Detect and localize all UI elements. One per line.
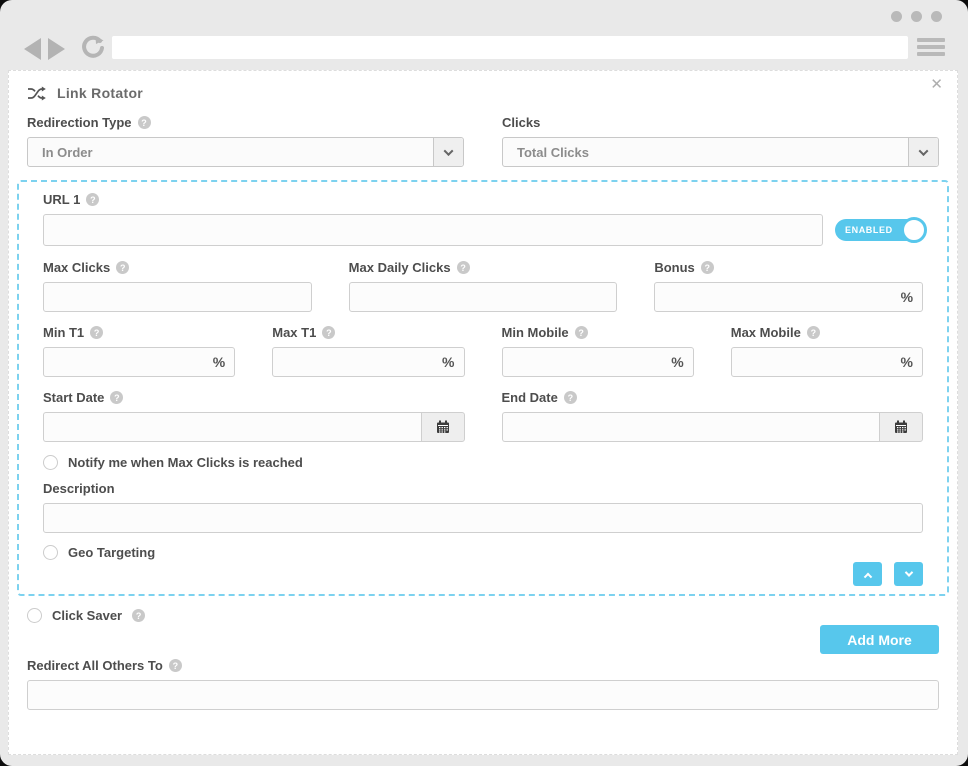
max-daily-clicks-input[interactable] [349, 282, 618, 312]
end-date-label: End Date [502, 390, 558, 405]
redirection-type-label: Redirection Type [27, 115, 132, 130]
link-rotator-modal: ✕ Link Rotator Redirection Type ? [8, 70, 958, 755]
percent-suffix: % [213, 354, 225, 370]
help-icon[interactable]: ? [86, 193, 99, 206]
forward-arrow-icon[interactable] [48, 38, 65, 60]
description-label: Description [43, 481, 115, 496]
geo-targeting-radio[interactable] [43, 545, 58, 560]
end-date-input[interactable] [502, 412, 880, 442]
window-dot-icon[interactable] [931, 11, 942, 22]
redirect-all-input[interactable] [27, 680, 939, 710]
clicks-select[interactable]: Total Clicks [502, 137, 939, 167]
calendar-icon [894, 420, 908, 434]
percent-suffix: % [901, 289, 913, 305]
enabled-toggle-label: ENABLED [845, 225, 893, 235]
bonus-label: Bonus [654, 260, 694, 275]
redirection-type-value: In Order [28, 145, 93, 160]
move-up-button[interactable] [853, 562, 882, 586]
modal-header: Link Rotator [27, 85, 941, 101]
chevron-up-icon [863, 573, 871, 581]
help-icon[interactable]: ? [701, 261, 714, 274]
min-t1-label: Min T1 [43, 325, 84, 340]
redirect-all-label: Redirect All Others To [27, 658, 163, 673]
click-saver-radio[interactable] [27, 608, 42, 623]
min-mobile-input[interactable] [502, 347, 694, 377]
toggle-knob [901, 217, 927, 243]
description-input[interactable] [43, 503, 923, 533]
start-date-input[interactable] [43, 412, 421, 442]
max-clicks-input[interactable] [43, 282, 312, 312]
help-icon[interactable]: ? [138, 116, 151, 129]
help-icon[interactable]: ? [116, 261, 129, 274]
end-date-calendar-button[interactable] [879, 412, 923, 442]
redirection-type-select[interactable]: In Order [27, 137, 464, 167]
chevron-down-icon [904, 568, 912, 576]
click-saver-label: Click Saver [52, 608, 122, 623]
clicks-value: Total Clicks [503, 145, 589, 160]
modal-title: Link Rotator [57, 85, 143, 101]
address-bar-input[interactable] [112, 36, 908, 59]
clicks-label: Clicks [502, 115, 540, 130]
help-icon[interactable]: ? [110, 391, 123, 404]
help-icon[interactable]: ? [132, 609, 145, 622]
percent-suffix: % [901, 354, 913, 370]
help-icon[interactable]: ? [90, 326, 103, 339]
enabled-toggle[interactable]: ENABLED [835, 219, 923, 241]
chevron-down-icon [908, 138, 938, 166]
add-more-button[interactable]: Add More [820, 625, 939, 654]
window-dot-icon[interactable] [891, 11, 902, 22]
help-icon[interactable]: ? [564, 391, 577, 404]
window-dot-icon[interactable] [911, 11, 922, 22]
url-1-label: URL 1 [43, 192, 80, 207]
geo-targeting-label: Geo Targeting [68, 545, 155, 560]
help-icon[interactable]: ? [322, 326, 335, 339]
notify-radio[interactable] [43, 455, 58, 470]
min-t1-input[interactable] [43, 347, 235, 377]
browser-window: ✕ Link Rotator Redirection Type ? [0, 0, 968, 766]
chevron-down-icon [433, 138, 463, 166]
back-arrow-icon[interactable] [24, 38, 41, 60]
start-date-label: Start Date [43, 390, 104, 405]
calendar-icon [436, 420, 450, 434]
help-icon[interactable]: ? [807, 326, 820, 339]
shuffle-icon [27, 86, 46, 101]
move-down-button[interactable] [894, 562, 923, 586]
percent-suffix: % [671, 354, 683, 370]
top-select-row: Redirection Type ? In Order Clicks Total… [27, 115, 939, 167]
min-mobile-label: Min Mobile [502, 325, 569, 340]
bonus-input[interactable] [654, 282, 923, 312]
help-icon[interactable]: ? [169, 659, 182, 672]
notify-label: Notify me when Max Clicks is reached [68, 455, 303, 470]
percent-suffix: % [442, 354, 454, 370]
refresh-icon[interactable] [82, 35, 104, 59]
max-t1-input[interactable] [272, 347, 464, 377]
window-control-dots[interactable] [891, 11, 942, 22]
help-icon[interactable]: ? [575, 326, 588, 339]
max-mobile-label: Max Mobile [731, 325, 801, 340]
max-t1-label: Max T1 [272, 325, 316, 340]
close-icon[interactable]: ✕ [930, 77, 943, 92]
max-mobile-input[interactable] [731, 347, 923, 377]
help-icon[interactable]: ? [457, 261, 470, 274]
max-daily-clicks-label: Max Daily Clicks [349, 260, 451, 275]
max-clicks-label: Max Clicks [43, 260, 110, 275]
start-date-calendar-button[interactable] [421, 412, 465, 442]
url-1-panel: URL 1 ? ENABLED Max Clicks ? [17, 180, 949, 596]
menu-icon[interactable] [917, 38, 945, 56]
url-1-input[interactable] [43, 214, 823, 246]
